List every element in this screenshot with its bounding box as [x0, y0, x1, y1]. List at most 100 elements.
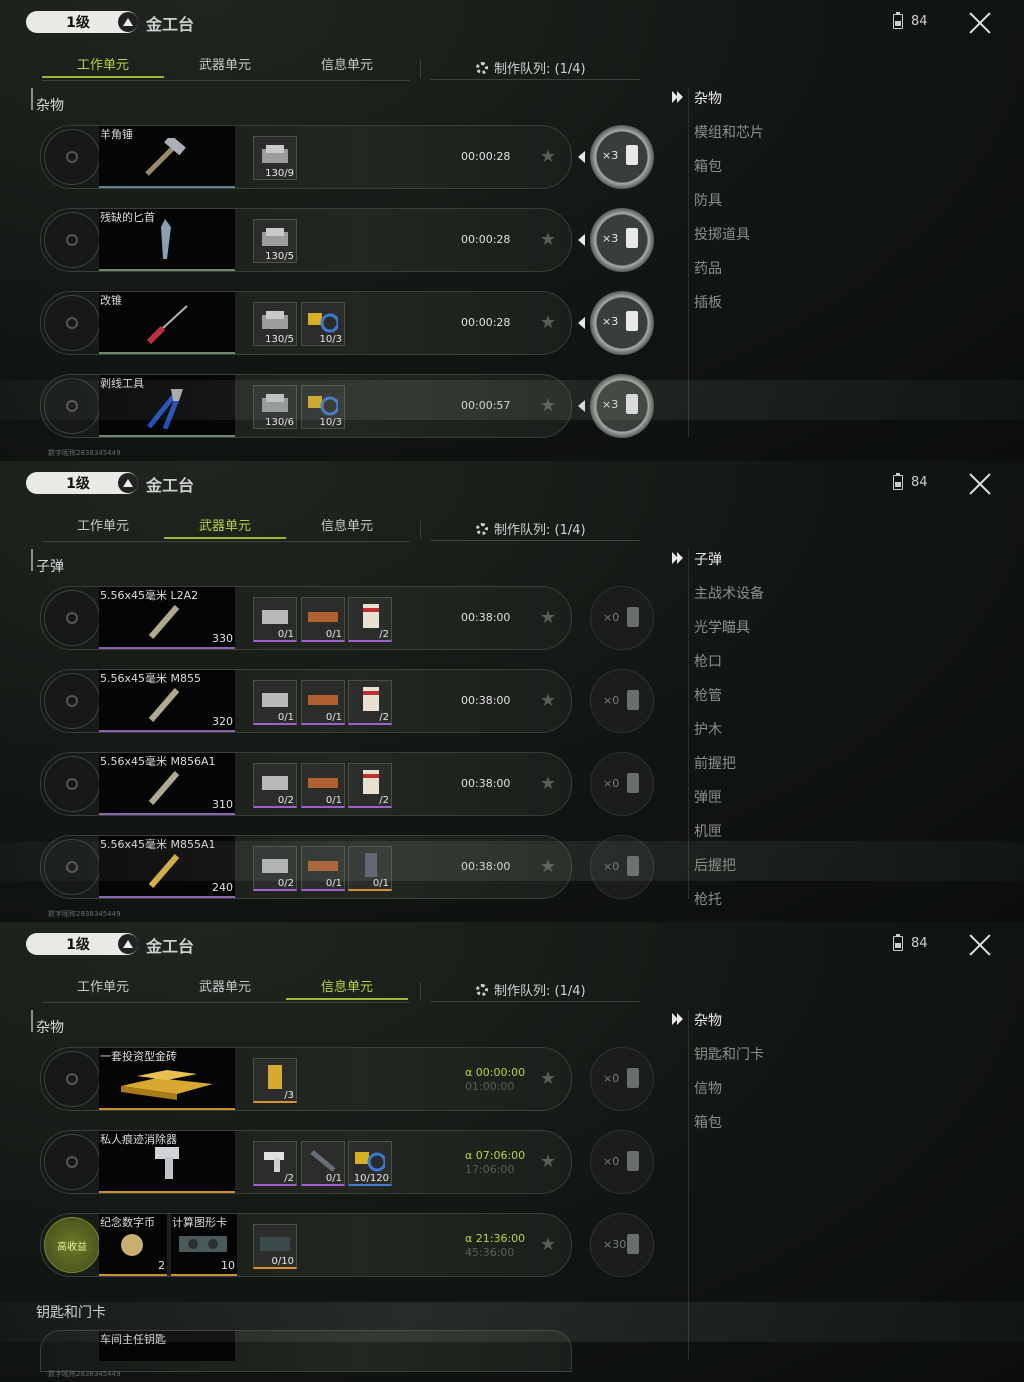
tab-weapon-unit[interactable]: 武器单元 — [164, 515, 286, 534]
close-icon[interactable] — [966, 9, 994, 37]
category-item[interactable]: 前握把 — [694, 753, 736, 773]
favorite-star-icon[interactable]: ★ — [537, 146, 559, 168]
recipe-row[interactable]: 羊角锤 130/9 00:00:28 ★ — [40, 125, 572, 189]
category-item[interactable]: 枪托 — [694, 889, 722, 909]
level-badge[interactable]: 1级 — [26, 472, 138, 494]
category-item[interactable]: 投掷道具 — [694, 224, 750, 244]
craft-queue[interactable]: 制作队列: (1/4) — [476, 980, 586, 999]
category-item[interactable]: 信物 — [694, 1078, 722, 1098]
recipe-row[interactable]: 残缺的匕首 130/5 00:00:28 ★ — [40, 208, 572, 272]
craft-queue[interactable]: 制作队列: (1/4) — [476, 519, 586, 538]
category-item[interactable]: 箱包 — [694, 156, 722, 176]
material-slot[interactable]: 0/1 — [301, 1141, 345, 1186]
category-item[interactable]: 枪口 — [694, 651, 722, 671]
material-slot[interactable]: 0/1 — [301, 846, 345, 891]
craft-queue[interactable]: 制作队列: (1/4) — [476, 58, 586, 77]
category-item[interactable]: 药品 — [694, 258, 722, 278]
craft-button[interactable]: ×0 — [590, 752, 654, 816]
upgrade-icon[interactable] — [118, 12, 138, 32]
favorite-star-icon[interactable]: ★ — [537, 607, 559, 629]
material-slot[interactable]: 130/5 — [253, 219, 297, 263]
favorite-star-icon[interactable]: ★ — [537, 229, 559, 251]
recipe-row[interactable]: 一套投资型金砖 /3 α 00:00:00 01:00:00 ★ — [40, 1047, 572, 1111]
favorite-star-icon[interactable]: ★ — [537, 1234, 559, 1256]
craft-button[interactable]: ×3 — [590, 374, 654, 438]
category-item[interactable]: 模组和芯片 — [694, 122, 764, 142]
craft-button[interactable]: ×3 — [590, 291, 654, 355]
craft-button[interactable]: ×0 — [590, 1047, 654, 1111]
category-item[interactable]: 主战术设备 — [694, 583, 764, 603]
favorite-star-icon[interactable]: ★ — [537, 1151, 559, 1173]
recipe-row[interactable]: 5.56x45毫米 M855 320 0/1 0/1 /2 00:38:00 ★ — [40, 669, 572, 733]
craft-button[interactable]: ×0 — [590, 586, 654, 650]
material-slot[interactable]: /2 — [348, 680, 392, 725]
category-item[interactable]: 插板 — [694, 292, 722, 312]
craft-button[interactable]: ×30 — [590, 1213, 654, 1277]
material-slot[interactable]: 0/1 — [348, 846, 392, 891]
category-item[interactable]: 子弹 — [694, 549, 722, 569]
craft-button[interactable]: ×0 — [590, 1130, 654, 1194]
category-item[interactable]: 防具 — [694, 190, 722, 210]
craft-button[interactable]: ×3 — [590, 208, 654, 272]
upgrade-icon[interactable] — [118, 934, 138, 954]
recipe-row[interactable]: 车间主任钥匙 — [40, 1330, 572, 1372]
level-badge[interactable]: 1级 — [26, 11, 138, 33]
material-slot[interactable]: 0/10 — [253, 1224, 297, 1269]
category-item[interactable]: 光学瞄具 — [694, 617, 750, 637]
material-slot[interactable]: 0/1 — [253, 597, 297, 642]
craft-button[interactable]: ×0 — [590, 669, 654, 733]
material-slot[interactable]: 130/5 — [253, 302, 297, 346]
close-icon[interactable] — [966, 470, 994, 498]
favorite-star-icon[interactable]: ★ — [537, 773, 559, 795]
favorite-star-icon[interactable]: ★ — [537, 312, 559, 334]
tab-work-unit[interactable]: 工作单元 — [42, 976, 164, 995]
recipe-row[interactable]: 5.56x45毫米 L2A2 330 0/1 0/1 /2 00:38:00 ★ — [40, 586, 572, 650]
level-badge[interactable]: 1级 — [26, 933, 138, 955]
recipe-row[interactable]: 剥线工具 130/6 10/3 00:00:57 ★ — [40, 374, 572, 438]
material-slot[interactable]: 10/3 — [301, 302, 345, 346]
recipe-row[interactable]: 高收益 纪念数字币 2 计算图形卡 10 0/10 α 21:36:00 45:… — [40, 1213, 572, 1277]
favorite-star-icon[interactable]: ★ — [537, 690, 559, 712]
material-slot[interactable]: 130/9 — [253, 136, 297, 180]
material-slot[interactable]: 0/2 — [253, 846, 297, 891]
recipe-row[interactable]: 5.56x45毫米 M856A1 310 0/2 0/1 /2 00:38:00… — [40, 752, 572, 816]
category-item[interactable]: 杂物 — [694, 88, 722, 108]
recipe-row[interactable]: 改锥 130/5 10/3 00:00:28 ★ — [40, 291, 572, 355]
tab-work-unit[interactable]: 工作单元 — [42, 515, 164, 534]
tab-info-unit[interactable]: 信息单元 — [286, 54, 408, 73]
category-item[interactable]: 护木 — [694, 719, 722, 739]
close-icon[interactable] — [966, 931, 994, 959]
category-item[interactable]: 钥匙和门卡 — [694, 1044, 764, 1064]
tab-weapon-unit[interactable]: 武器单元 — [164, 976, 286, 995]
recipe-row[interactable]: 5.56x45毫米 M855A1 240 0/2 0/1 0/1 00:38:0… — [40, 835, 572, 899]
tab-weapon-unit[interactable]: 武器单元 — [164, 54, 286, 73]
material-slot[interactable]: 130/6 — [253, 385, 297, 429]
material-slot[interactable]: 10/3 — [301, 385, 345, 429]
favorite-star-icon[interactable]: ★ — [537, 1068, 559, 1090]
craft-button[interactable]: ×3 — [590, 125, 654, 189]
upgrade-icon[interactable] — [118, 473, 138, 493]
category-item[interactable]: 枪管 — [694, 685, 722, 705]
material-slot[interactable]: 0/1 — [301, 763, 345, 808]
material-slot[interactable]: 10/120 — [348, 1141, 392, 1186]
category-item[interactable]: 机匣 — [694, 821, 722, 841]
material-slot[interactable]: 0/1 — [301, 597, 345, 642]
material-slot[interactable]: /3 — [253, 1058, 297, 1103]
tab-work-unit[interactable]: 工作单元 — [42, 54, 164, 73]
tab-info-unit[interactable]: 信息单元 — [286, 515, 408, 534]
material-slot[interactable]: /2 — [348, 597, 392, 642]
material-slot[interactable]: 0/1 — [253, 680, 297, 725]
category-item[interactable]: 后握把 — [694, 855, 736, 875]
recipe-row[interactable]: 私人痕迹消除器 /2 0/1 10/120 α 07:06:00 17:06:0… — [40, 1130, 572, 1194]
favorite-star-icon[interactable]: ★ — [537, 395, 559, 417]
category-item[interactable]: 箱包 — [694, 1112, 722, 1132]
category-item[interactable]: 弹匣 — [694, 787, 722, 807]
material-slot[interactable]: /2 — [253, 1141, 297, 1186]
category-item[interactable]: 杂物 — [694, 1010, 722, 1030]
tab-info-unit[interactable]: 信息单元 — [286, 976, 408, 995]
material-slot[interactable]: 0/1 — [301, 680, 345, 725]
material-slot[interactable]: /2 — [348, 763, 392, 808]
favorite-star-icon[interactable]: ★ — [537, 856, 559, 878]
material-slot[interactable]: 0/2 — [253, 763, 297, 808]
craft-button[interactable]: ×0 — [590, 835, 654, 899]
